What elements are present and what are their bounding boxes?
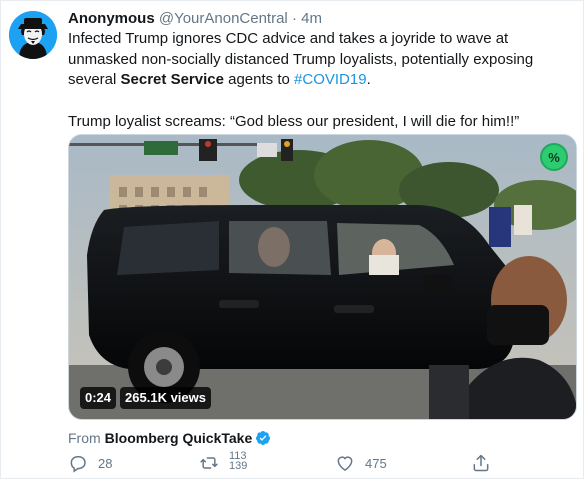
video-duration: 0:24	[80, 387, 117, 409]
user-handle[interactable]: @YourAnonCentral	[159, 10, 288, 27]
retweet-icon	[200, 457, 218, 469]
display-name[interactable]: Anonymous	[68, 10, 155, 27]
text-segment: agents to	[223, 71, 295, 88]
separator-dot: ·	[291, 10, 297, 27]
share-icon	[473, 454, 489, 472]
tweet-header: Anonymous @YourAnonCentral · 4m	[68, 9, 322, 28]
text-segment: .	[366, 71, 371, 88]
anonymous-mask-icon	[9, 11, 57, 59]
video-meta: 0:24 265.1K views	[80, 387, 211, 409]
retweet-count: 113 139	[229, 451, 259, 479]
timestamp[interactable]: 4m	[301, 10, 322, 27]
action-bar: 28 113 139 475	[68, 451, 578, 479]
video-views: 265.1K views	[120, 387, 211, 409]
reply-button[interactable]: 28	[68, 453, 112, 473]
bold-text: Secret Service	[120, 71, 224, 88]
source-attribution: From Bloomberg QuickTake	[68, 429, 271, 447]
like-button[interactable]: 475	[335, 453, 387, 473]
hashtag-link[interactable]: #COVID19	[294, 71, 367, 88]
share-button[interactable]	[471, 453, 491, 473]
tweet-paragraph-2: Trump loyalist screams: “God bless our p…	[68, 112, 520, 130]
tweet-text: Infected Trump ignores CDC advice and ta…	[68, 29, 578, 132]
tweet-card[interactable]: Anonymous @YourAnonCentral · 4m Infected…	[0, 0, 584, 479]
source-account-link[interactable]: Bloomberg QuickTake	[105, 429, 253, 447]
heart-icon	[337, 456, 353, 471]
from-prefix: From	[68, 430, 101, 446]
percent-badge-icon[interactable]: %	[540, 143, 568, 171]
retweet-button[interactable]	[199, 453, 219, 473]
reply-icon	[70, 456, 86, 473]
reply-count: 28	[98, 455, 113, 471]
avatar[interactable]	[9, 11, 57, 59]
like-count: 475	[365, 455, 387, 471]
retweet-count-new: 139	[229, 460, 248, 472]
video-player[interactable]: % 0:24 265.1K views	[68, 134, 577, 420]
verified-badge-icon	[256, 431, 271, 445]
video-frame	[69, 135, 576, 419]
tweet-paragraph-1: Infected Trump ignores CDC advice and ta…	[68, 29, 578, 91]
